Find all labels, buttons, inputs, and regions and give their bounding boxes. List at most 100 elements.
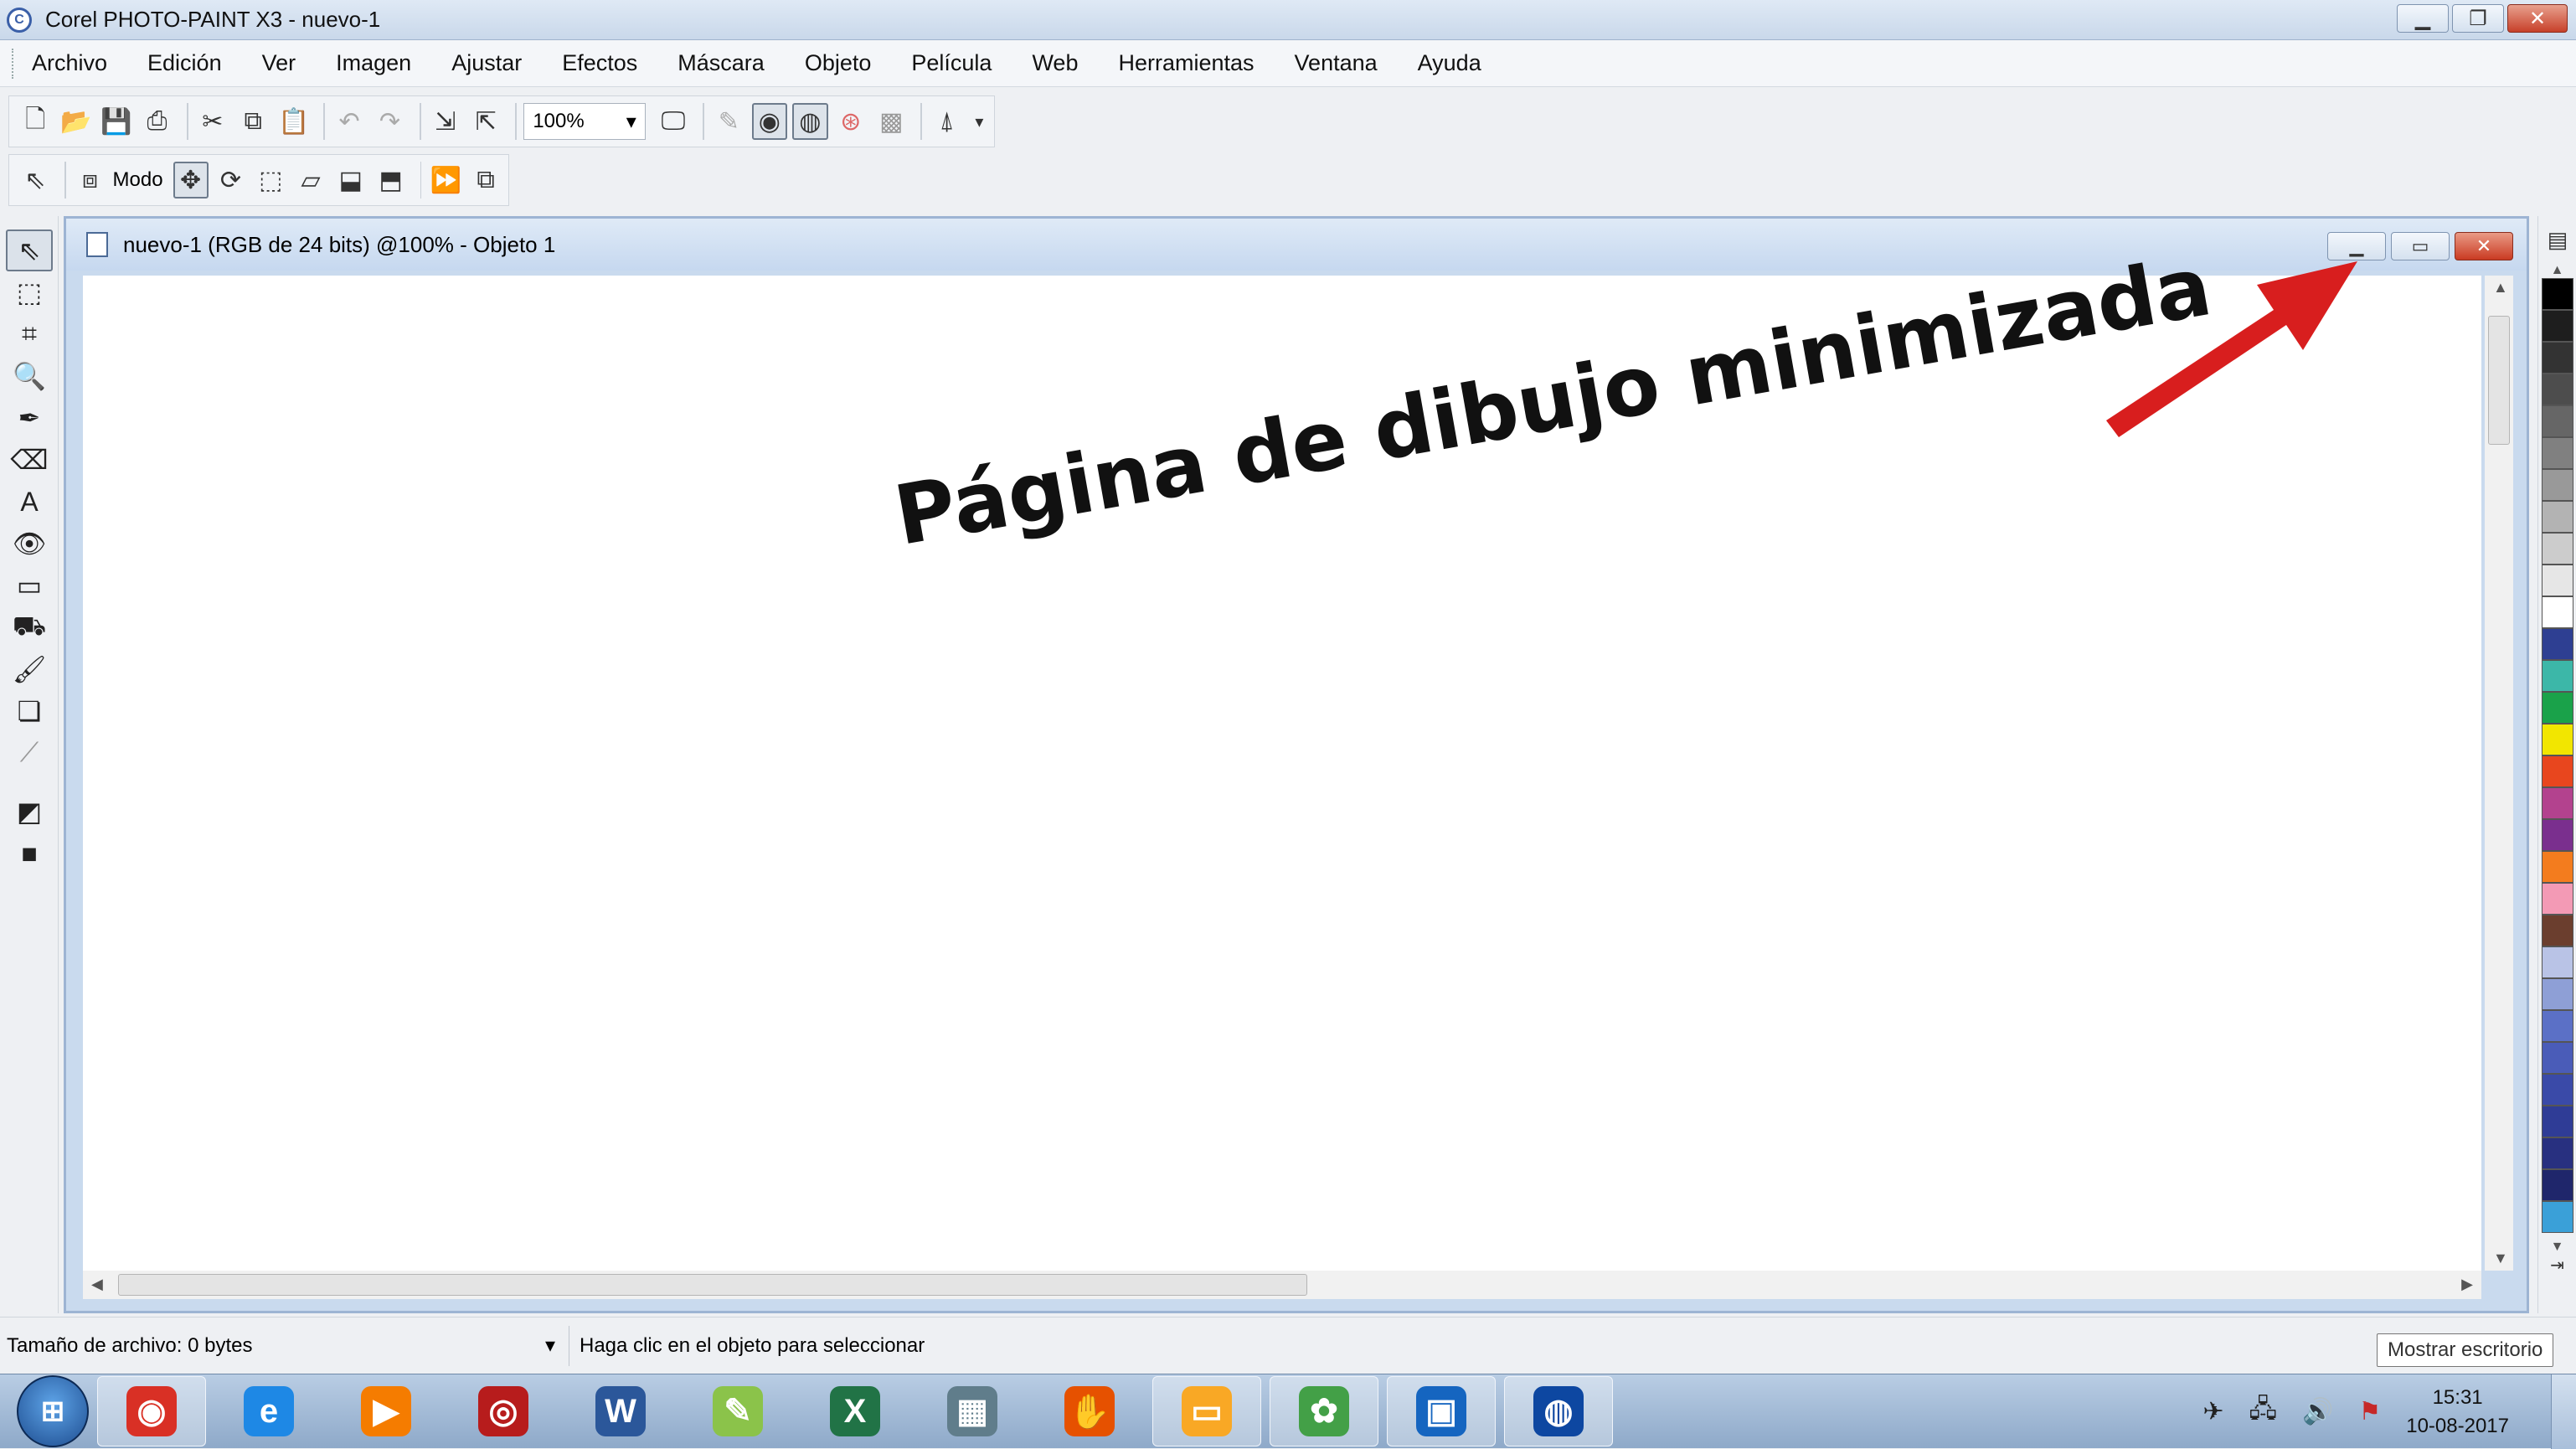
pick-tool-help-icon[interactable]: ⇖: [18, 162, 53, 199]
save-icon[interactable]: 💾: [99, 103, 134, 140]
palette-swatch[interactable]: [2542, 978, 2573, 1010]
document-maximize-button[interactable]: ▭: [2391, 232, 2450, 260]
pick-tool-icon[interactable]: ⇖: [6, 229, 53, 271]
fill-tool-icon[interactable]: ⛟: [6, 606, 53, 648]
export-icon[interactable]: ⇱: [468, 103, 503, 140]
palette-swatch[interactable]: [2542, 724, 2573, 755]
menu-mascara[interactable]: Máscara: [677, 50, 765, 76]
open-icon[interactable]: 📂: [58, 103, 93, 140]
taskbar-button[interactable]: ▦: [918, 1376, 1027, 1446]
palette-swatch[interactable]: [2542, 342, 2573, 374]
menu-web[interactable]: Web: [1032, 50, 1078, 76]
palette-scroll-up-icon[interactable]: ▲: [2538, 263, 2576, 278]
rotate-mode-icon[interactable]: ⟳: [214, 162, 249, 199]
full-screen-preview-icon[interactable]: 🖵: [656, 103, 691, 140]
palette-expand-icon[interactable]: ⇥: [2538, 1255, 2576, 1276]
crop-tool-icon[interactable]: ⌗: [6, 313, 53, 355]
restore-button[interactable]: ❐: [2452, 4, 2504, 33]
document-icon[interactable]: [86, 232, 108, 257]
print-icon[interactable]: ⎙: [139, 103, 174, 140]
corel-app-icon[interactable]: C: [7, 7, 32, 33]
palette-swatch[interactable]: [2542, 278, 2573, 310]
drop-shadow-tool-icon[interactable]: ❏: [6, 690, 53, 732]
chevron-down-icon[interactable]: ▾: [545, 1333, 555, 1358]
paint-tool-icon[interactable]: 🖌: [6, 648, 53, 690]
palette-swatch[interactable]: [2542, 660, 2573, 692]
volume-icon[interactable]: 🔊: [2302, 1397, 2333, 1426]
brush-disabled-icon[interactable]: ✎: [711, 103, 746, 140]
chevron-down-icon[interactable]: ▾: [970, 103, 989, 140]
palette-swatch[interactable]: [2542, 787, 2573, 819]
horizontal-scroll-thumb[interactable]: [118, 1274, 1307, 1296]
cut-icon[interactable]: ✂: [195, 103, 230, 140]
apply-icon[interactable]: ⏩: [428, 162, 463, 199]
palette-swatch[interactable]: [2542, 501, 2573, 533]
color-swap-icon[interactable]: ◩: [6, 791, 53, 833]
menu-imagen[interactable]: Imagen: [336, 50, 411, 76]
taskbar-button[interactable]: ✎: [683, 1376, 792, 1446]
taskbar-button[interactable]: W: [566, 1376, 675, 1446]
redo-icon[interactable]: ↷: [372, 103, 407, 140]
perspective-mode-icon[interactable]: ⬒: [374, 162, 409, 199]
scroll-left-icon[interactable]: ◀: [91, 1276, 103, 1293]
close-button[interactable]: ✕: [2507, 4, 2568, 33]
taskbar-button[interactable]: X: [801, 1376, 909, 1446]
menu-pelicula[interactable]: Película: [911, 50, 992, 76]
palette-swatch[interactable]: [2542, 883, 2573, 915]
taskbar-button[interactable]: ▣: [1387, 1376, 1496, 1446]
object-properties-icon[interactable]: ⧉: [468, 162, 503, 199]
position-mode-icon[interactable]: ✥: [173, 162, 209, 199]
palette-swatch[interactable]: [2542, 692, 2573, 724]
taskbar-button[interactable]: ✿: [1270, 1376, 1378, 1446]
file-size-status[interactable]: Tamaño de archivo: 0 bytes ▾: [0, 1325, 569, 1366]
palette-swatch[interactable]: [2542, 915, 2573, 946]
palette-swatch[interactable]: [2542, 374, 2573, 405]
zoom-select[interactable]: 100% ▾: [523, 103, 646, 140]
taskbar-button[interactable]: ▭: [1152, 1376, 1261, 1446]
palette-swatch[interactable]: [2542, 1169, 2573, 1201]
taskbar-button[interactable]: ◍: [1504, 1376, 1613, 1446]
taskbar-button[interactable]: ◉: [97, 1376, 206, 1446]
palette-swatch[interactable]: [2542, 437, 2573, 469]
taskbar-button[interactable]: ✋: [1035, 1376, 1144, 1446]
palette-swatch[interactable]: [2542, 819, 2573, 851]
document-close-button[interactable]: ✕: [2455, 232, 2513, 260]
palette-swatch[interactable]: [2542, 565, 2573, 596]
palette-swatch[interactable]: [2542, 596, 2573, 628]
show-object-marquee-icon[interactable]: ◍: [792, 103, 828, 140]
palette-options-icon[interactable]: ▤: [2542, 223, 2573, 256]
taskbar-button[interactable]: ◎: [449, 1376, 558, 1446]
palette-swatch[interactable]: [2542, 469, 2573, 501]
skew-mode-icon[interactable]: ▱: [293, 162, 328, 199]
object-mode-icon[interactable]: ⧈: [73, 162, 108, 199]
eyedropper-tool-icon[interactable]: ✒: [6, 397, 53, 439]
palette-swatch[interactable]: [2542, 533, 2573, 565]
palette-swatch[interactable]: [2542, 405, 2573, 437]
undo-icon[interactable]: ↶: [332, 103, 367, 140]
clock[interactable]: 15:31 10-08-2017: [2406, 1384, 2509, 1441]
default-colors-icon[interactable]: ■: [6, 833, 53, 874]
palette-swatch[interactable]: [2542, 1201, 2573, 1233]
show-desktop-button[interactable]: [2551, 1374, 2576, 1449]
menu-grip[interactable]: [12, 48, 17, 79]
import-icon[interactable]: ⇲: [428, 103, 463, 140]
red-eye-tool-icon[interactable]: 👁: [6, 523, 53, 565]
palette-scroll-down-icon[interactable]: ▼: [2538, 1240, 2576, 1255]
palette-swatch[interactable]: [2542, 755, 2573, 787]
horizontal-scrollbar[interactable]: ◀ ▶: [83, 1271, 2481, 1299]
distort-mode-icon[interactable]: ⬓: [333, 162, 368, 199]
palette-swatch[interactable]: [2542, 1074, 2573, 1106]
rectangle-mask-tool-icon[interactable]: ⬚: [6, 271, 53, 313]
scroll-right-icon[interactable]: ▶: [2461, 1276, 2473, 1293]
action-center-icon[interactable]: ⚑: [2358, 1397, 2381, 1426]
menu-edicion[interactable]: Edición: [147, 50, 222, 76]
start-button[interactable]: ⊞: [17, 1375, 89, 1447]
eraser-tool-icon[interactable]: ⌫: [6, 439, 53, 481]
zoom-tool-icon[interactable]: 🔍: [6, 355, 53, 397]
effect-tool-icon[interactable]: ⟋: [6, 732, 53, 774]
vertical-scroll-thumb[interactable]: [2488, 316, 2510, 445]
palette-swatch[interactable]: [2542, 1137, 2573, 1169]
show-mask-icon[interactable]: ◉: [751, 103, 788, 140]
application-launcher-icon[interactable]: ⍋: [929, 103, 964, 140]
menu-objeto[interactable]: Objeto: [805, 50, 872, 76]
